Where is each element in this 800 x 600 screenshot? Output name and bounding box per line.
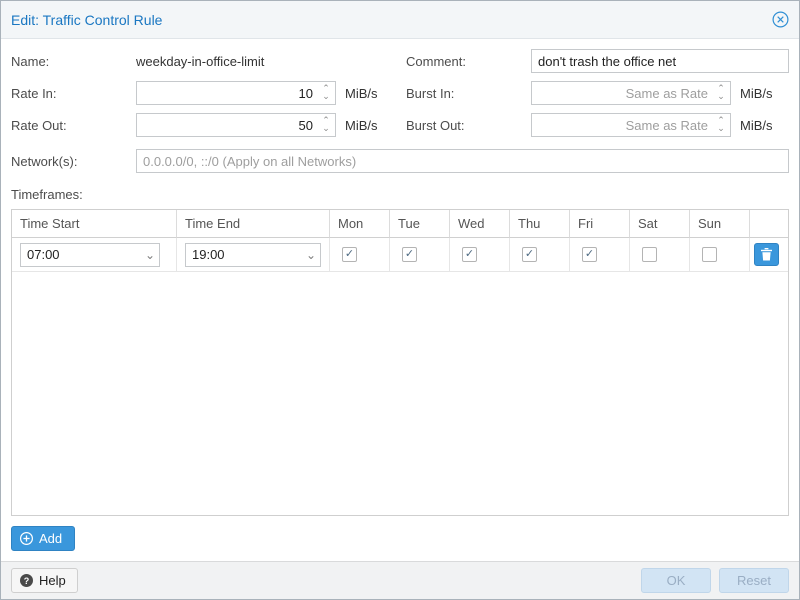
mon-checkbox[interactable]: ✓ <box>342 247 357 262</box>
help-button[interactable]: ? Help <box>11 568 78 593</box>
mon-checkbox-cell: ✓ <box>330 238 390 271</box>
dialog-body: Name: weekday-in-office-limit Comment: R… <box>1 39 799 561</box>
name-field: Name: weekday-in-office-limit <box>11 49 406 73</box>
burst-out-spinner[interactable]: ⌃ ⌄ <box>713 114 729 136</box>
burst-in-unit: MiB/s <box>740 86 773 101</box>
column-header-fri[interactable]: Fri <box>570 210 630 238</box>
name-value: weekday-in-office-limit <box>136 54 264 69</box>
time-end-value: 19:00 <box>186 247 302 262</box>
edit-traffic-control-rule-dialog: Edit: Traffic Control Rule Name: weekday… <box>0 0 800 600</box>
fri-checkbox[interactable]: ✓ <box>582 247 597 262</box>
add-button[interactable]: Add <box>11 526 75 551</box>
networks-input-wrap <box>136 149 789 173</box>
close-icon[interactable] <box>771 11 789 29</box>
column-header-mon[interactable]: Mon <box>330 210 390 238</box>
form-row-4: Network(s): <box>11 149 789 173</box>
wed-checkbox[interactable]: ✓ <box>462 247 477 262</box>
dialog-footer: ? Help OK Reset <box>1 561 799 599</box>
burst-in-input[interactable] <box>531 81 731 105</box>
rate-out-spinner[interactable]: ⌃ ⌄ <box>318 114 334 136</box>
timeframes-grid: Time Start Time End Mon Tue Wed Thu Fri … <box>11 209 789 516</box>
dialog-header: Edit: Traffic Control Rule <box>1 1 799 39</box>
rate-out-label: Rate Out: <box>11 118 136 133</box>
delete-row-button[interactable] <box>754 243 779 266</box>
rate-in-unit: MiB/s <box>345 86 378 101</box>
spinner-down-icon[interactable]: ⌄ <box>717 93 725 101</box>
name-label: Name: <box>11 54 136 69</box>
reset-button[interactable]: Reset <box>719 568 789 593</box>
sat-checkbox-cell <box>630 238 690 271</box>
thu-checkbox-cell: ✓ <box>510 238 570 271</box>
form-row-2: Rate In: ⌃ ⌄ MiB/s Burst In: ⌃ ⌄ <box>11 81 789 105</box>
burst-in-spinner[interactable]: ⌃ ⌄ <box>713 82 729 104</box>
delete-cell <box>750 238 788 271</box>
plus-circle-icon <box>20 532 33 545</box>
burst-in-field: Burst In: ⌃ ⌄ MiB/s <box>406 81 789 105</box>
grid-empty-area <box>12 272 788 515</box>
burst-out-input[interactable] <box>531 113 731 137</box>
burst-in-input-wrap: ⌃ ⌄ <box>531 81 731 105</box>
burst-out-field: Burst Out: ⌃ ⌄ MiB/s <box>406 113 789 137</box>
rate-out-field: Rate Out: ⌃ ⌄ MiB/s <box>11 113 406 137</box>
burst-out-unit: MiB/s <box>740 118 773 133</box>
form-row-1: Name: weekday-in-office-limit Comment: <box>11 49 789 73</box>
chevron-down-icon[interactable]: ⌄ <box>302 244 320 266</box>
comment-input-wrap <box>531 49 789 73</box>
column-header-thu[interactable]: Thu <box>510 210 570 238</box>
sun-checkbox-cell <box>690 238 750 271</box>
networks-input[interactable] <box>136 149 789 173</box>
sat-checkbox[interactable] <box>642 247 657 262</box>
sun-checkbox[interactable] <box>702 247 717 262</box>
wed-checkbox-cell: ✓ <box>450 238 510 271</box>
fri-checkbox-cell: ✓ <box>570 238 630 271</box>
timeframes-label: Timeframes: <box>11 187 789 202</box>
ok-button[interactable]: OK <box>641 568 711 593</box>
rate-out-input[interactable] <box>136 113 336 137</box>
tue-checkbox-cell: ✓ <box>390 238 450 271</box>
time-start-value: 07:00 <box>21 247 141 262</box>
form-row-3: Rate Out: ⌃ ⌄ MiB/s Burst Out: ⌃ ⌄ <box>11 113 789 137</box>
rate-in-spinner[interactable]: ⌃ ⌄ <box>318 82 334 104</box>
add-button-label: Add <box>39 531 62 546</box>
question-icon: ? <box>20 574 33 587</box>
burst-in-label: Burst In: <box>406 86 531 101</box>
networks-field: Network(s): <box>11 149 789 173</box>
time-start-cell: 07:00 ⌄ <box>12 238 177 271</box>
chevron-down-icon[interactable]: ⌄ <box>141 244 159 266</box>
burst-out-input-wrap: ⌃ ⌄ <box>531 113 731 137</box>
column-header-wed[interactable]: Wed <box>450 210 510 238</box>
dialog-title: Edit: Traffic Control Rule <box>11 12 162 28</box>
column-header-sun[interactable]: Sun <box>690 210 750 238</box>
networks-label: Network(s): <box>11 154 136 169</box>
table-row: 07:00 ⌄ 19:00 ⌄ ✓ ✓ ✓ <box>12 238 788 272</box>
rate-in-input[interactable] <box>136 81 336 105</box>
help-button-label: Help <box>39 573 66 588</box>
trash-icon <box>761 248 772 261</box>
rate-in-input-wrap: ⌃ ⌄ <box>136 81 336 105</box>
rate-out-unit: MiB/s <box>345 118 378 133</box>
rate-out-input-wrap: ⌃ ⌄ <box>136 113 336 137</box>
column-header-time-end[interactable]: Time End <box>177 210 330 238</box>
time-end-combo[interactable]: 19:00 ⌄ <box>185 243 321 267</box>
column-header-actions <box>750 210 788 238</box>
time-end-cell: 19:00 ⌄ <box>177 238 330 271</box>
grid-header: Time Start Time End Mon Tue Wed Thu Fri … <box>12 210 788 238</box>
column-header-tue[interactable]: Tue <box>390 210 450 238</box>
comment-field: Comment: <box>406 49 789 73</box>
add-row: Add <box>11 526 789 551</box>
column-header-sat[interactable]: Sat <box>630 210 690 238</box>
spinner-down-icon[interactable]: ⌄ <box>717 125 725 133</box>
burst-out-label: Burst Out: <box>406 118 531 133</box>
spinner-down-icon[interactable]: ⌄ <box>322 125 330 133</box>
rate-in-field: Rate In: ⌃ ⌄ MiB/s <box>11 81 406 105</box>
tue-checkbox[interactable]: ✓ <box>402 247 417 262</box>
comment-input[interactable] <box>531 49 789 73</box>
thu-checkbox[interactable]: ✓ <box>522 247 537 262</box>
column-header-time-start[interactable]: Time Start <box>12 210 177 238</box>
time-start-combo[interactable]: 07:00 ⌄ <box>20 243 160 267</box>
spinner-down-icon[interactable]: ⌄ <box>322 93 330 101</box>
rate-in-label: Rate In: <box>11 86 136 101</box>
comment-label: Comment: <box>406 54 531 69</box>
